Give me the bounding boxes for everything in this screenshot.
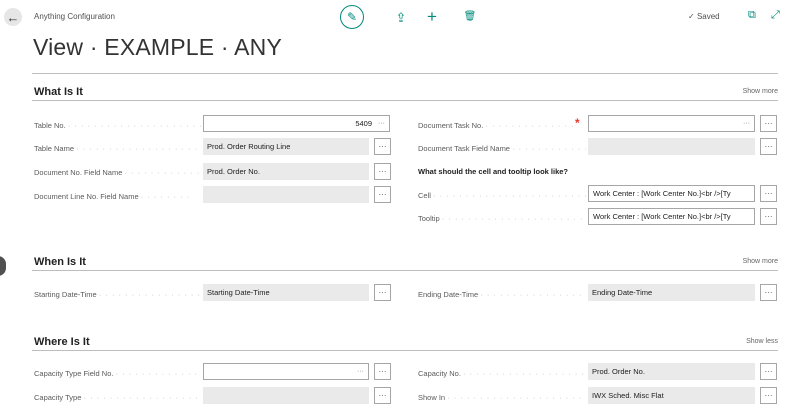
field-label: Cell · · · · · · · · · · · · · · · · · ·… — [418, 191, 586, 200]
field-label: Capacity No. · · · · · · · · · · · · · ·… — [418, 369, 586, 378]
tooltip-field[interactable]: Work Center : [Work Center No.]<br />[Ty — [588, 208, 755, 225]
show-in-field[interactable]: IWX Sched. Misc Flat — [588, 387, 755, 404]
back-arrow-icon: ← — [6, 9, 20, 25]
lookup-button[interactable]: ··· — [760, 284, 777, 301]
edit-button[interactable]: ✎ — [340, 5, 364, 29]
section-title-what[interactable]: What Is It — [34, 86, 83, 98]
capacity-type-field-no[interactable]: ··· — [203, 363, 369, 380]
required-indicator: * — [575, 116, 580, 130]
lookup-inline-icon[interactable]: ··· — [357, 368, 364, 375]
page-title: View · EXAMPLE · ANY — [33, 34, 282, 60]
lookup-inline-icon[interactable]: ··· — [378, 120, 385, 127]
lookup-button[interactable]: ··· — [374, 186, 391, 203]
plus-icon: + — [427, 6, 437, 26]
field-label: Starting Date-Time · · · · · · · · · · ·… — [34, 290, 202, 299]
capacity-type-field[interactable] — [203, 387, 369, 404]
document-task-no-field[interactable]: ··· — [588, 115, 755, 132]
document-no-field[interactable]: Prod. Order No. — [203, 163, 369, 180]
cell-field[interactable]: Work Center : [Work Center No.]<br />[Ty — [588, 185, 755, 202]
field-label: Show In · · · · · · · · · · · · · · · · … — [418, 393, 586, 402]
share-icon: ⇪ — [395, 9, 407, 25]
section-underline — [32, 100, 778, 101]
breadcrumb: Anything Configuration — [34, 12, 115, 21]
side-panel-handle[interactable] — [0, 256, 6, 276]
section-title-when[interactable]: When Is It — [34, 256, 86, 268]
lookup-button[interactable]: ··· — [760, 185, 777, 202]
capacity-no-field[interactable]: Prod. Order No. — [588, 363, 755, 380]
new-button[interactable]: + — [424, 6, 440, 26]
section-underline — [32, 270, 778, 271]
lookup-inline-icon[interactable]: ··· — [743, 120, 750, 127]
table-no-field[interactable]: 5409 ··· — [203, 115, 390, 132]
field-label: Table Name · · · · · · · · · · · · · · ·… — [34, 144, 202, 153]
field-label: Document Task Field Name · · · · · · · ·… — [418, 144, 586, 153]
lookup-button[interactable]: ··· — [374, 138, 391, 155]
field-label: Document Line No. Field Name · · · · · ·… — [34, 192, 191, 201]
trash-icon: 🗑 — [463, 11, 477, 22]
document-line-no-field[interactable] — [203, 186, 369, 203]
lookup-button[interactable]: ··· — [374, 363, 391, 380]
check-icon: ✓ — [688, 12, 695, 21]
field-label: Capacity Type Field No. · · · · · · · · … — [34, 369, 202, 378]
starting-date-time-field[interactable]: Starting Date-Time — [203, 284, 369, 301]
field-label: Ending Date-Time · · · · · · · · · · · ·… — [418, 290, 586, 299]
expand-icon: ⤢ — [771, 9, 780, 21]
table-name-field[interactable]: Prod. Order Routing Line — [203, 138, 369, 155]
section-divider — [32, 73, 778, 74]
expand-button[interactable]: ⤢ — [771, 10, 780, 21]
lookup-button[interactable]: ··· — [760, 387, 777, 404]
lookup-button[interactable]: ··· — [760, 115, 777, 132]
document-task-field-name[interactable] — [588, 138, 755, 155]
saved-status: ✓ Saved — [688, 12, 720, 21]
subheading-cell-tooltip: What should the cell and tooltip look li… — [418, 167, 569, 176]
open-new-window-button[interactable]: ⧉ — [748, 10, 756, 21]
lookup-button[interactable]: ··· — [374, 387, 391, 404]
section-underline — [32, 350, 778, 351]
section-title-where[interactable]: Where Is It — [34, 336, 90, 348]
field-label: Document Task No. · · · · · · · · · · · … — [418, 121, 578, 130]
delete-button[interactable]: 🗑 — [462, 9, 478, 25]
lookup-button[interactable]: ··· — [374, 163, 391, 180]
lookup-button[interactable]: ··· — [760, 138, 777, 155]
field-label: Table No. · · · · · · · · · · · · · · · … — [34, 121, 202, 130]
share-button[interactable]: ⇪ — [393, 9, 409, 25]
field-label: Capacity Type · · · · · · · · · · · · · … — [34, 393, 202, 402]
show-more-when[interactable]: Show more — [743, 258, 778, 265]
back-button[interactable]: ← — [4, 8, 22, 26]
pencil-icon: ✎ — [346, 10, 358, 24]
ending-date-time-field[interactable]: Ending Date-Time — [588, 284, 755, 301]
saved-label: Saved — [696, 12, 720, 21]
field-label: Tooltip · · · · · · · · · · · · · · · · … — [418, 214, 586, 223]
lookup-button[interactable]: ··· — [374, 284, 391, 301]
show-more-what[interactable]: Show more — [743, 88, 778, 95]
open-new-window-icon: ⧉ — [748, 9, 756, 21]
lookup-button[interactable]: ··· — [760, 208, 777, 225]
show-less-where[interactable]: Show less — [746, 338, 778, 345]
lookup-button[interactable]: ··· — [760, 363, 777, 380]
field-label: Document No. Field Name · · · · · · · · … — [34, 168, 202, 177]
